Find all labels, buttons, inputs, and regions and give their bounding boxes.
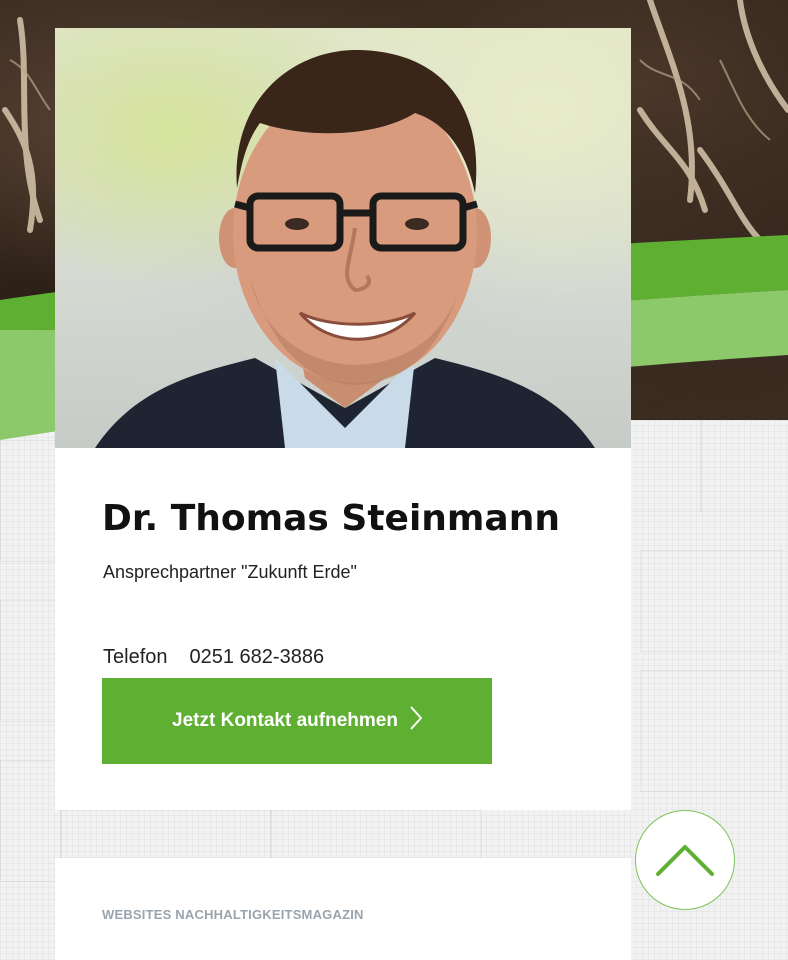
phone-label: Telefon (103, 646, 168, 668)
websites-card: WEBSITES NACHHALTIGKEITSMAGAZIN (55, 858, 631, 960)
phone-number[interactable]: 0251 682-3886 (190, 646, 325, 668)
contact-card: Dr. Thomas Steinmann Ansprechpartner "Zu… (55, 28, 631, 810)
contact-button[interactable]: Jetzt Kontakt aufnehmen (102, 678, 492, 764)
portrait-illustration (95, 49, 595, 448)
chevron-up-icon (656, 845, 714, 876)
phone-row: Telefon 0251 682-3886 (103, 646, 324, 669)
person-name: Dr. Thomas Steinmann (102, 498, 560, 539)
contact-button-label: Jetzt Kontakt aufnehmen (172, 710, 398, 731)
websites-card-title: WEBSITES NACHHALTIGKEITSMAGAZIN (102, 907, 364, 922)
person-role: Ansprechpartner "Zukunft Erde" (103, 562, 357, 582)
scroll-to-top-button[interactable] (635, 810, 735, 910)
chevron-right-icon (410, 706, 423, 736)
portrait-photo (55, 28, 631, 448)
